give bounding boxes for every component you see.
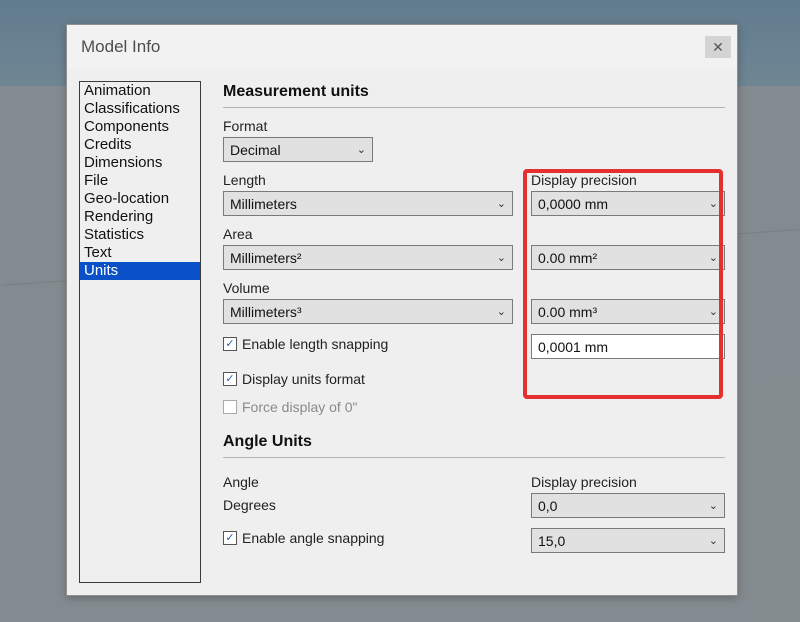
format-label: Format — [223, 118, 725, 134]
chevron-down-icon: ⌄ — [497, 251, 506, 264]
enable-angle-snapping-label: Enable angle snapping — [242, 530, 384, 546]
checkbox-icon: ✓ — [223, 337, 237, 351]
chevron-down-icon: ⌄ — [357, 143, 366, 156]
angle-value: Degrees — [223, 497, 513, 513]
force-display-label: Force display of 0" — [242, 399, 357, 415]
volume-value: Millimeters³ — [230, 304, 302, 320]
length-snap-input[interactable]: 0,0001 mm — [531, 334, 725, 359]
sidebar-item-classifications[interactable]: Classifications — [80, 100, 200, 118]
chevron-down-icon: ⌄ — [709, 499, 718, 512]
chevron-down-icon: ⌄ — [709, 534, 718, 547]
enable-length-snapping-check[interactable]: ✓ Enable length snapping — [223, 336, 513, 352]
format-select[interactable]: Decimal ⌄ — [223, 137, 373, 162]
angle-precision-label: Display precision — [531, 474, 725, 490]
angle-snap-select[interactable]: 15,0 ⌄ — [531, 528, 725, 553]
checkbox-icon: ✓ — [223, 372, 237, 386]
close-icon: ✕ — [712, 39, 724, 56]
sidebar-item-file[interactable]: File — [80, 172, 200, 190]
display-precision-label: Display precision — [531, 172, 725, 188]
format-value: Decimal — [230, 142, 281, 158]
checkbox-icon: ✓ — [223, 531, 237, 545]
enable-length-snapping-label: Enable length snapping — [242, 336, 388, 352]
sidebar-item-statistics[interactable]: Statistics — [80, 226, 200, 244]
angle-precision-select[interactable]: 0,0 ⌄ — [531, 493, 725, 518]
volume-precision-select[interactable]: 0.00 mm³ ⌄ — [531, 299, 725, 324]
area-precision-select[interactable]: 0.00 mm² ⌄ — [531, 245, 725, 270]
force-display-check: Force display of 0" — [223, 399, 725, 415]
titlebar: Model Info ✕ — [67, 25, 737, 69]
content-panel: Measurement units Format Decimal ⌄ Lengt… — [223, 81, 725, 583]
volume-select[interactable]: Millimeters³ ⌄ — [223, 299, 513, 324]
measurement-units-heading: Measurement units — [223, 83, 725, 108]
sidebar-item-dimensions[interactable]: Dimensions — [80, 154, 200, 172]
chevron-down-icon: ⌄ — [497, 197, 506, 210]
area-value: Millimeters² — [230, 250, 302, 266]
area-precision-value: 0.00 mm² — [538, 250, 597, 266]
chevron-down-icon: ⌄ — [497, 305, 506, 318]
chevron-down-icon: ⌄ — [709, 305, 718, 318]
model-info-dialog: Model Info ✕ AnimationClassificationsCom… — [66, 24, 738, 596]
display-units-format-check[interactable]: ✓ Display units format — [223, 371, 725, 387]
sidebar-item-units[interactable]: Units — [80, 262, 200, 280]
area-select[interactable]: Millimeters² ⌄ — [223, 245, 513, 270]
length-label: Length — [223, 172, 513, 188]
length-snap-value: 0,0001 mm — [538, 339, 608, 355]
category-sidebar: AnimationClassificationsComponentsCredit… — [79, 81, 201, 583]
sidebar-item-rendering[interactable]: Rendering — [80, 208, 200, 226]
dialog-title: Model Info — [81, 37, 160, 57]
checkbox-icon — [223, 400, 237, 414]
chevron-down-icon: ⌄ — [709, 197, 718, 210]
length-value: Millimeters — [230, 196, 297, 212]
angle-label: Angle — [223, 474, 513, 490]
enable-angle-snapping-check[interactable]: ✓ Enable angle snapping — [223, 530, 513, 546]
length-precision-select[interactable]: 0,0000 mm ⌄ — [531, 191, 725, 216]
angle-units-heading: Angle Units — [223, 433, 725, 458]
chevron-down-icon: ⌄ — [709, 251, 718, 264]
sidebar-item-text[interactable]: Text — [80, 244, 200, 262]
sidebar-item-geo-location[interactable]: Geo-location — [80, 190, 200, 208]
angle-snap-value: 15,0 — [538, 533, 565, 549]
sidebar-item-credits[interactable]: Credits — [80, 136, 200, 154]
sidebar-item-animation[interactable]: Animation — [80, 82, 200, 100]
sidebar-item-components[interactable]: Components — [80, 118, 200, 136]
close-button[interactable]: ✕ — [705, 36, 731, 58]
angle-precision-value: 0,0 — [538, 498, 557, 514]
display-units-format-label: Display units format — [242, 371, 365, 387]
length-precision-value: 0,0000 mm — [538, 196, 608, 212]
length-select[interactable]: Millimeters ⌄ — [223, 191, 513, 216]
volume-precision-value: 0.00 mm³ — [538, 304, 597, 320]
volume-label: Volume — [223, 280, 513, 296]
area-label: Area — [223, 226, 513, 242]
